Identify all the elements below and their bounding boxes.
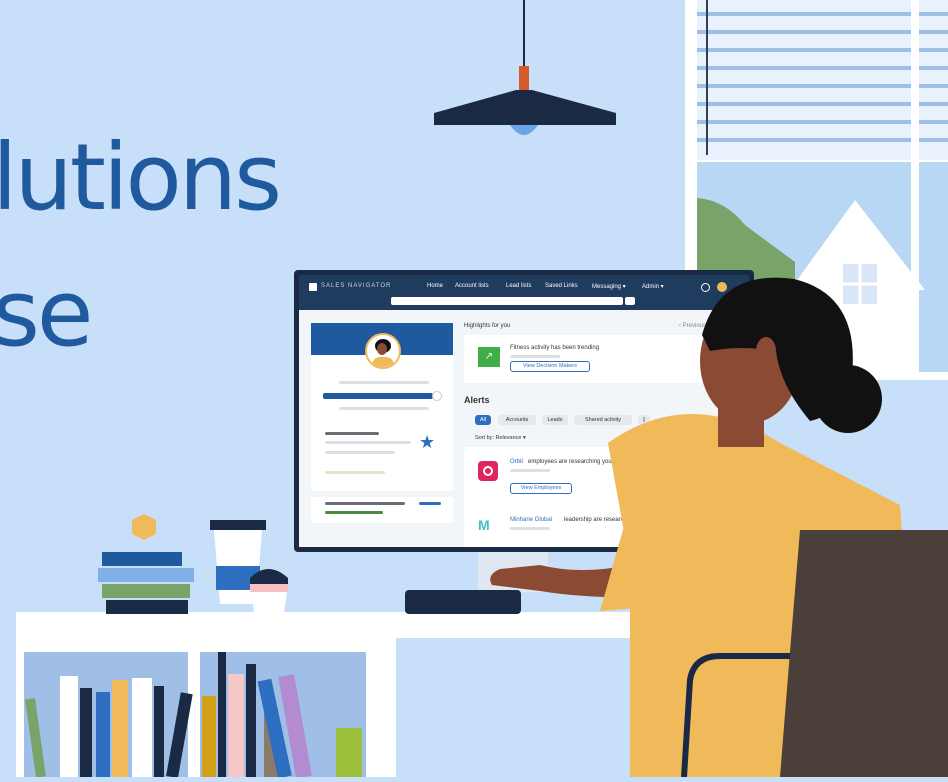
avatar <box>365 333 401 369</box>
headline-line-2: se <box>0 260 94 367</box>
pendant-lamp-icon <box>434 0 616 135</box>
star-badge-icon: ★ <box>419 432 436 452</box>
book-stack-icon <box>98 514 194 614</box>
app-brand: SALES NAVIGATOR <box>321 283 392 289</box>
profile-card: ★ <box>311 323 453 491</box>
linkedin-logo-icon[interactable] <box>309 283 317 291</box>
headline-line-1: lutions <box>0 124 282 231</box>
nav-home[interactable]: Home <box>427 283 443 289</box>
bookshelf <box>16 638 396 779</box>
shelf-books-icon <box>24 652 366 779</box>
profile-card-footer <box>311 497 453 523</box>
chair-icon <box>681 530 948 777</box>
coffee-cup-icon <box>210 520 288 612</box>
